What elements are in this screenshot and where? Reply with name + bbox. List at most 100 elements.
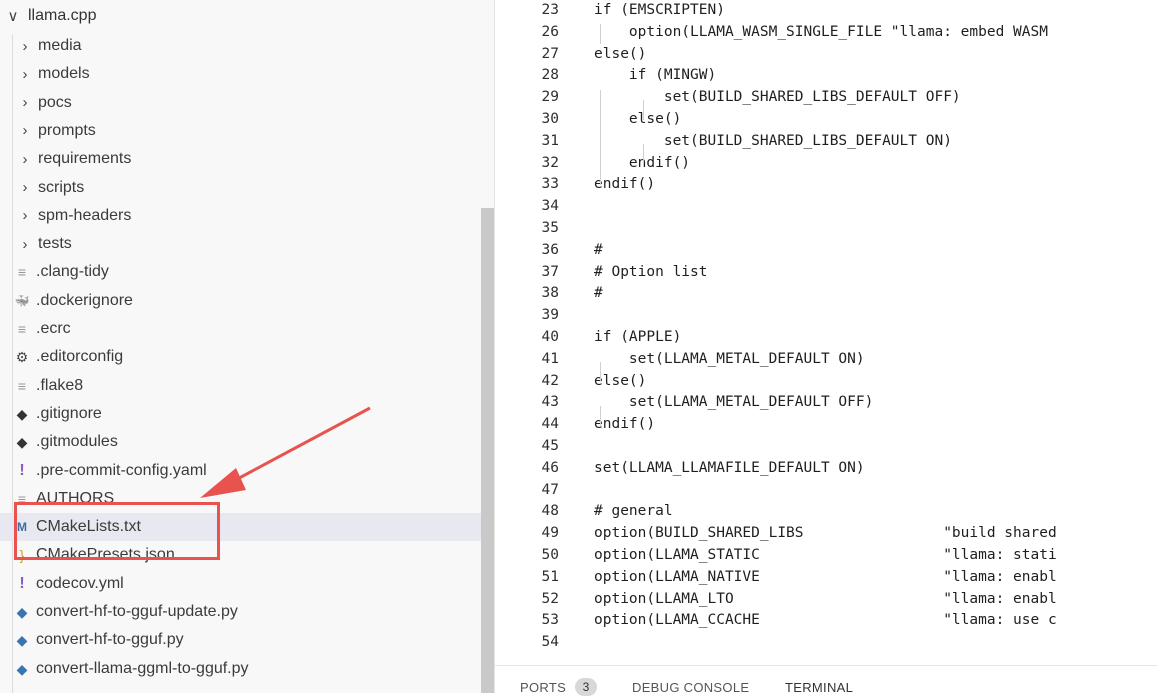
code-line: 52 option(LLAMA_LTO "llama: enabl (495, 591, 1157, 613)
bottom-panel-tabs: PORTS 3 DEBUG CONSOLE TERMINAL (495, 665, 1157, 696)
line-number: 43 (541, 394, 559, 411)
lines-icon: ≡ (17, 321, 27, 337)
code-line: 40 if (APPLE) (495, 329, 1157, 351)
line-number: 30 (541, 111, 559, 127)
indent-guide (643, 144, 644, 164)
file-item[interactable]: ◆ convert-hf-to-gguf.py (0, 626, 494, 654)
line-code: else() (594, 111, 682, 127)
code-line: 46 set(LLAMA_LLAMAFILE_DEFAULT ON) (495, 460, 1157, 482)
code-line: 47 (495, 482, 1157, 504)
file-item[interactable]: ! .pre-commit-config.yaml (0, 457, 494, 485)
docker-icon: 🐳 (14, 293, 30, 308)
ports-count-badge: 3 (575, 678, 597, 696)
line-code: set(LLAMA_METAL_DEFAULT ON) (594, 350, 865, 367)
git-icon: ◆ (16, 434, 28, 451)
line-code: set(LLAMA_METAL_DEFAULT OFF) (594, 394, 874, 411)
line-number: 26 (541, 23, 559, 40)
code-line: 32 endif() (495, 155, 1157, 177)
folder-item[interactable]: › models (0, 60, 494, 88)
line-number: 33 (541, 176, 559, 193)
line-number: 37 (541, 263, 559, 280)
folder-item[interactable]: › prompts (0, 117, 494, 145)
code-line: 35 (495, 220, 1157, 242)
chevron-right-icon: › (22, 235, 28, 253)
line-number: 39 (541, 307, 559, 324)
code-line: 39 (495, 307, 1157, 329)
folder-item[interactable]: › pocs (0, 89, 494, 117)
line-code: # (594, 285, 603, 302)
line-code: if (EMSCRIPTEN) (594, 2, 725, 18)
tree-item-label: pocs (38, 93, 72, 111)
line-code: option(BUILD_SHARED_LIBS "build shared (594, 525, 1057, 542)
line-number: 46 (541, 459, 559, 476)
line-code: option(LLAMA_CCACHE "llama: use c (594, 612, 1057, 629)
indent-guide (600, 24, 601, 44)
line-number: 34 (541, 198, 559, 215)
indent-guide (600, 90, 601, 185)
file-item[interactable]: ! codecov.yml (0, 570, 494, 598)
file-item[interactable]: ◆ convert-hf-to-gguf-update.py (0, 598, 494, 626)
code-line: 44 endif() (495, 416, 1157, 438)
chevron-right-icon: › (22, 94, 28, 112)
line-code: option(LLAMA_LTO "llama: enabl (594, 590, 1057, 607)
code-line: 43 set(LLAMA_METAL_DEFAULT OFF) (495, 394, 1157, 416)
line-code: else() (594, 45, 647, 62)
chevron-right-icon: › (22, 207, 28, 225)
line-number: 52 (541, 590, 559, 607)
explorer-sidebar: ∨ llama.cpp › media › models › pocs › prompts › r… (0, 0, 494, 693)
code-line: 38 # (495, 285, 1157, 307)
code-line: 50 option(LLAMA_STATIC "llama: stati (495, 547, 1157, 569)
line-code: endif() (594, 416, 656, 433)
line-number: 35 (541, 220, 559, 236)
line-number: 45 (541, 438, 559, 454)
line-number: 36 (541, 241, 559, 258)
lines-icon: ≡ (17, 264, 27, 281)
line-number: 44 (541, 416, 559, 433)
folder-item[interactable]: › scripts (0, 174, 494, 202)
line-number: 48 (541, 503, 559, 520)
line-number: 54 (541, 634, 559, 651)
tree-item-label: prompts (38, 121, 96, 139)
chevron-right-icon: › (22, 37, 28, 55)
line-number: 38 (541, 285, 559, 302)
code-line: 29 set(BUILD_SHARED_LIBS_DEFAULT OFF) (495, 89, 1157, 111)
git-icon: ◆ (16, 405, 28, 422)
folder-item[interactable]: › tests (0, 230, 494, 258)
tree-item-label: spm-headers (38, 206, 132, 224)
code-line: 26 option(LLAMA_WASM_SINGLE_FILE "llama:… (495, 24, 1157, 46)
file-item[interactable]: ◆ convert-llama-ggml-to-gguf.py (0, 655, 494, 683)
line-number: 50 (541, 547, 559, 563)
indent-guide (643, 100, 644, 120)
tree-item-label: codecov.yml (36, 574, 124, 592)
tree-item-label: media (38, 37, 82, 54)
file-item[interactable]: ⚙ .editorconfig (0, 343, 494, 371)
file-item[interactable]: ≡ .ecrc (0, 315, 494, 343)
gear-icon: ⚙ (15, 349, 29, 366)
line-code: # Option list (594, 263, 708, 280)
tree-item-label: requirements (38, 150, 132, 168)
line-code: set(BUILD_SHARED_LIBS_DEFAULT OFF) (594, 89, 961, 106)
folder-item[interactable]: › spm-headers (0, 202, 494, 230)
tree-item-label: .ecrc (36, 320, 71, 337)
annotation-highlight-box (14, 502, 220, 560)
code-line: 45 (495, 438, 1157, 460)
file-item[interactable]: ≡ .clang-tidy (0, 258, 494, 286)
code-editor[interactable]: 23 if (EMSCRIPTEN) 26 option(LLAMA_WASM_SI… (495, 0, 1157, 665)
file-item[interactable]: ≡ .flake8 (0, 372, 494, 400)
code-line: 33 endif() (495, 176, 1157, 198)
tree-item-label: scripts (38, 178, 85, 196)
explorer-root-folder[interactable]: ∨ llama.cpp (0, 2, 487, 30)
line-number: 28 (541, 67, 559, 84)
line-code: option(LLAMA_NATIVE "llama: enabl (594, 568, 1057, 585)
sidebar-scrollbar[interactable] (481, 208, 494, 693)
tree-item-label: .clang-tidy (36, 263, 109, 281)
exclamation-icon: ! (19, 461, 25, 479)
tree-item-label: .gitmodules (36, 433, 118, 451)
file-item[interactable]: 🐳 .dockerignore (0, 287, 494, 315)
folder-item[interactable]: › requirements (0, 145, 494, 173)
tree-item-label: .pre-commit-config.yaml (36, 461, 207, 479)
file-item[interactable]: ◆ .gitignore (0, 400, 494, 428)
code-line: 34 (495, 198, 1157, 220)
folder-item[interactable]: › media (0, 32, 494, 60)
file-item[interactable]: ◆ .gitmodules (0, 428, 494, 456)
